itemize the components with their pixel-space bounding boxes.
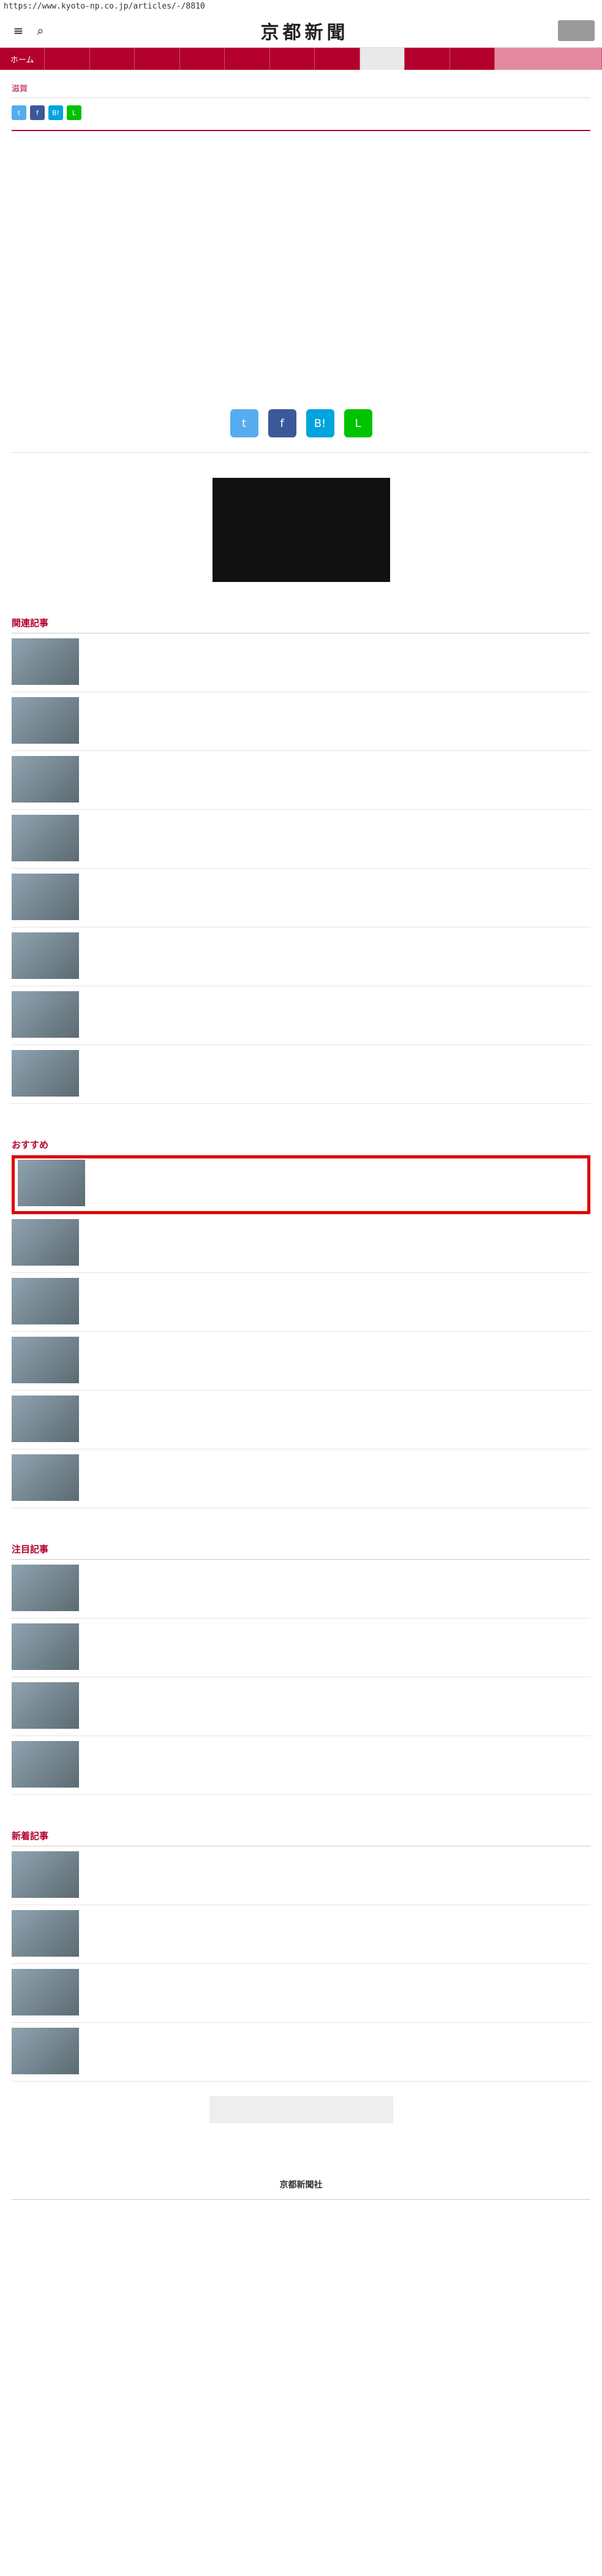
nav-item-active[interactable] — [359, 48, 405, 70]
list-item[interactable] — [12, 1560, 590, 1618]
nav-item[interactable] — [90, 48, 135, 70]
list-item[interactable] — [12, 1391, 590, 1449]
twitter-icon[interactable]: t — [230, 409, 258, 437]
nav-item[interactable] — [495, 48, 602, 70]
list-item-thumbnail[interactable] — [12, 1565, 79, 1611]
twitter-icon[interactable]: t — [12, 105, 26, 120]
article-paragraph — [12, 140, 590, 184]
list-item[interactable] — [12, 1736, 590, 1795]
list-item[interactable] — [12, 986, 590, 1045]
section-heading: 注目記事 — [12, 1539, 590, 1560]
list-item-thumbnail[interactable] — [12, 1278, 79, 1324]
url-bar[interactable]: https://www.kyoto-np.co.jp/articles/-/88… — [0, 0, 602, 13]
nav-item[interactable] — [315, 48, 360, 70]
site-logo[interactable]: 京都新聞 — [51, 17, 558, 44]
section-heading: 関連記事 — [12, 613, 590, 633]
menu-icon[interactable]: ≡ — [7, 23, 29, 38]
footer-links[interactable] — [12, 2199, 590, 2224]
share-buttons-large: t f B! L — [12, 409, 590, 437]
site-header: ≡ ⌕ 京都新聞 — [0, 13, 602, 48]
list-item-thumbnail[interactable] — [12, 1851, 79, 1898]
list-item[interactable] — [12, 2023, 590, 2082]
list-item[interactable] — [12, 1332, 590, 1391]
nav-item[interactable] — [270, 48, 315, 70]
list-item[interactable] — [12, 869, 590, 927]
article-body — [12, 130, 590, 395]
list-item[interactable] — [12, 1618, 590, 1677]
list-item[interactable] — [12, 1677, 590, 1736]
article-section: おすすめ — [12, 1135, 590, 1508]
list-item[interactable] — [12, 1964, 590, 2023]
nav-item[interactable] — [405, 48, 450, 70]
digital-button[interactable] — [558, 20, 595, 41]
article-content: 滋賀 t f B! L t f B! L 関連記事 おすすめ 注目記事 新着記事 京都新聞社 — [12, 82, 590, 2224]
list-item-thumbnail[interactable] — [12, 1910, 79, 1957]
list-item-thumbnail[interactable] — [12, 1623, 79, 1670]
list-item[interactable] — [12, 751, 590, 810]
advertisement-banner[interactable] — [212, 478, 390, 582]
section-heading: おすすめ — [12, 1135, 590, 1155]
list-item-thumbnail[interactable] — [12, 1396, 79, 1442]
list-item[interactable] — [12, 927, 590, 986]
list-item-thumbnail[interactable] — [12, 815, 79, 861]
list-item[interactable] — [12, 1273, 590, 1332]
nav-item[interactable] — [135, 48, 180, 70]
list-item[interactable] — [12, 633, 590, 692]
main-nav: ホーム — [0, 48, 602, 70]
list-item[interactable] — [12, 1155, 590, 1214]
share-buttons: t f B! L — [12, 105, 590, 120]
facebook-icon[interactable]: f — [30, 105, 45, 120]
article-paragraph — [12, 245, 590, 289]
article-paragraph — [12, 192, 590, 236]
list-item-thumbnail[interactable] — [18, 1160, 85, 1206]
page: https://www.kyoto-np.co.jp/articles/-/88… — [0, 0, 602, 2576]
hatena-icon[interactable]: B! — [306, 409, 334, 437]
list-item[interactable] — [12, 1045, 590, 1104]
nav-item-home[interactable]: ホーム — [0, 48, 45, 70]
section-heading: 新着記事 — [12, 1826, 590, 1846]
list-item[interactable] — [12, 692, 590, 751]
list-item[interactable] — [12, 1905, 590, 1964]
list-item-thumbnail[interactable] — [12, 2028, 79, 2074]
list-item-thumbnail[interactable] — [12, 1050, 79, 1097]
footer-links-box[interactable] — [209, 2096, 393, 2123]
list-item[interactable] — [12, 1846, 590, 1905]
list-item[interactable] — [12, 1449, 590, 1508]
search-icon[interactable]: ⌕ — [29, 23, 51, 38]
nav-item[interactable] — [225, 48, 270, 70]
list-item-thumbnail[interactable] — [12, 1219, 79, 1266]
hatena-icon[interactable]: B! — [48, 105, 63, 120]
list-item[interactable] — [12, 810, 590, 869]
list-item-thumbnail[interactable] — [12, 1682, 79, 1729]
list-item[interactable] — [12, 1214, 590, 1273]
list-item-thumbnail[interactable] — [12, 874, 79, 920]
list-item-thumbnail[interactable] — [12, 638, 79, 685]
facebook-icon[interactable]: f — [268, 409, 296, 437]
article-section: 関連記事 — [12, 613, 590, 1104]
footer-logo[interactable]: 京都新聞社 — [12, 2178, 590, 2193]
nav-item[interactable] — [180, 48, 225, 70]
list-item-thumbnail[interactable] — [12, 697, 79, 744]
article-section: 注目記事 — [12, 1539, 590, 1795]
nav-item[interactable] — [45, 48, 90, 70]
article-category[interactable]: 滋賀 — [12, 82, 590, 98]
article-paragraph — [12, 350, 590, 395]
list-item-thumbnail[interactable] — [12, 756, 79, 803]
article-section: 新着記事 — [12, 1826, 590, 2082]
list-item-thumbnail[interactable] — [12, 1741, 79, 1788]
list-item-thumbnail[interactable] — [12, 1969, 79, 2015]
line-icon[interactable]: L — [67, 105, 81, 120]
article-lists: 関連記事おすすめ注目記事新着記事 — [12, 613, 590, 2082]
breadcrumb[interactable] — [12, 452, 590, 467]
list-item-thumbnail[interactable] — [12, 991, 79, 1038]
nav-item[interactable] — [450, 48, 495, 70]
list-item-thumbnail[interactable] — [12, 932, 79, 979]
list-item-thumbnail[interactable] — [12, 1454, 79, 1501]
list-item-thumbnail[interactable] — [12, 1337, 79, 1383]
line-icon[interactable]: L — [344, 409, 372, 437]
article-paragraph — [12, 298, 590, 342]
